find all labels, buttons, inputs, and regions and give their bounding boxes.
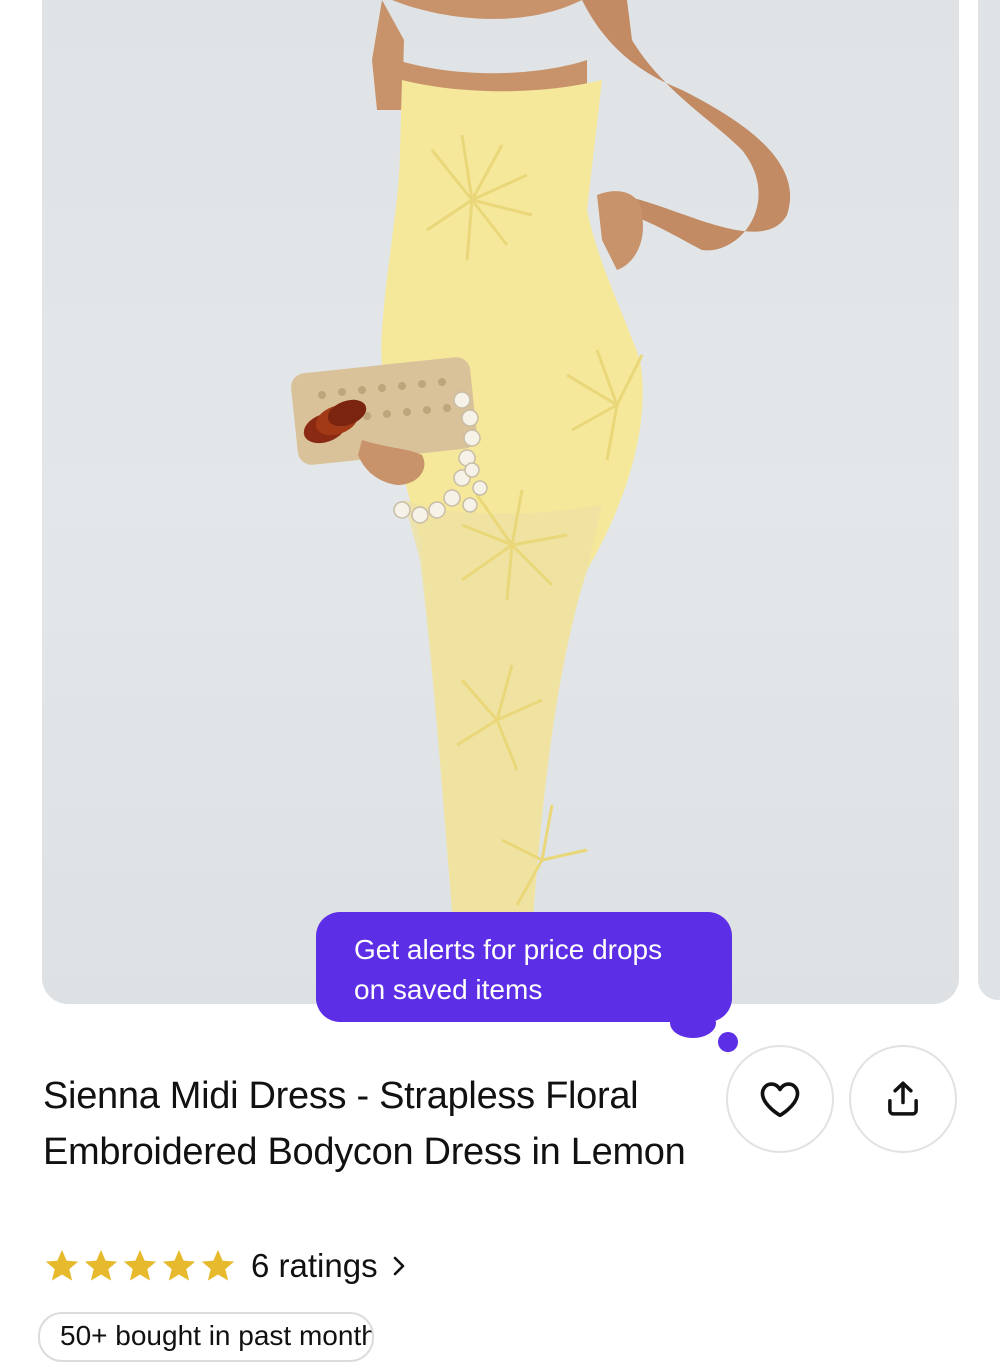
heart-icon bbox=[760, 1082, 800, 1118]
share-button[interactable] bbox=[849, 1045, 957, 1153]
product-title: Sienna Midi Dress - Strapless Floral Emb… bbox=[43, 1075, 686, 1173]
share-icon bbox=[888, 1081, 918, 1116]
ratings-link[interactable]: 6 ratings bbox=[251, 1247, 406, 1285]
rating-stars bbox=[43, 1247, 237, 1285]
star-icon bbox=[123, 1249, 157, 1281]
ratings-count: 6 ratings bbox=[251, 1247, 378, 1284]
rating-row[interactable]: 6 ratings bbox=[43, 1244, 406, 1288]
tooltip-line-2: on saved items bbox=[354, 974, 543, 1005]
favorite-button[interactable] bbox=[726, 1045, 834, 1153]
star-icon bbox=[45, 1249, 79, 1281]
tooltip-line-1: Get alerts for price drops bbox=[354, 934, 663, 965]
next-image-peek[interactable] bbox=[978, 0, 1000, 1000]
product-photo bbox=[291, 0, 791, 1004]
star-icon bbox=[201, 1249, 235, 1281]
star-icon bbox=[84, 1249, 118, 1281]
tooltip-tail bbox=[670, 1008, 716, 1038]
star-icon bbox=[162, 1249, 196, 1281]
tooltip-tail-dot bbox=[718, 1032, 738, 1052]
product-image[interactable] bbox=[42, 0, 959, 1004]
purchase-count-badge: 50+ bought in past month bbox=[38, 1312, 374, 1362]
price-alert-tooltip[interactable]: Get alerts for price drops on saved item… bbox=[316, 912, 732, 1022]
chevron-right-icon bbox=[393, 1256, 404, 1276]
